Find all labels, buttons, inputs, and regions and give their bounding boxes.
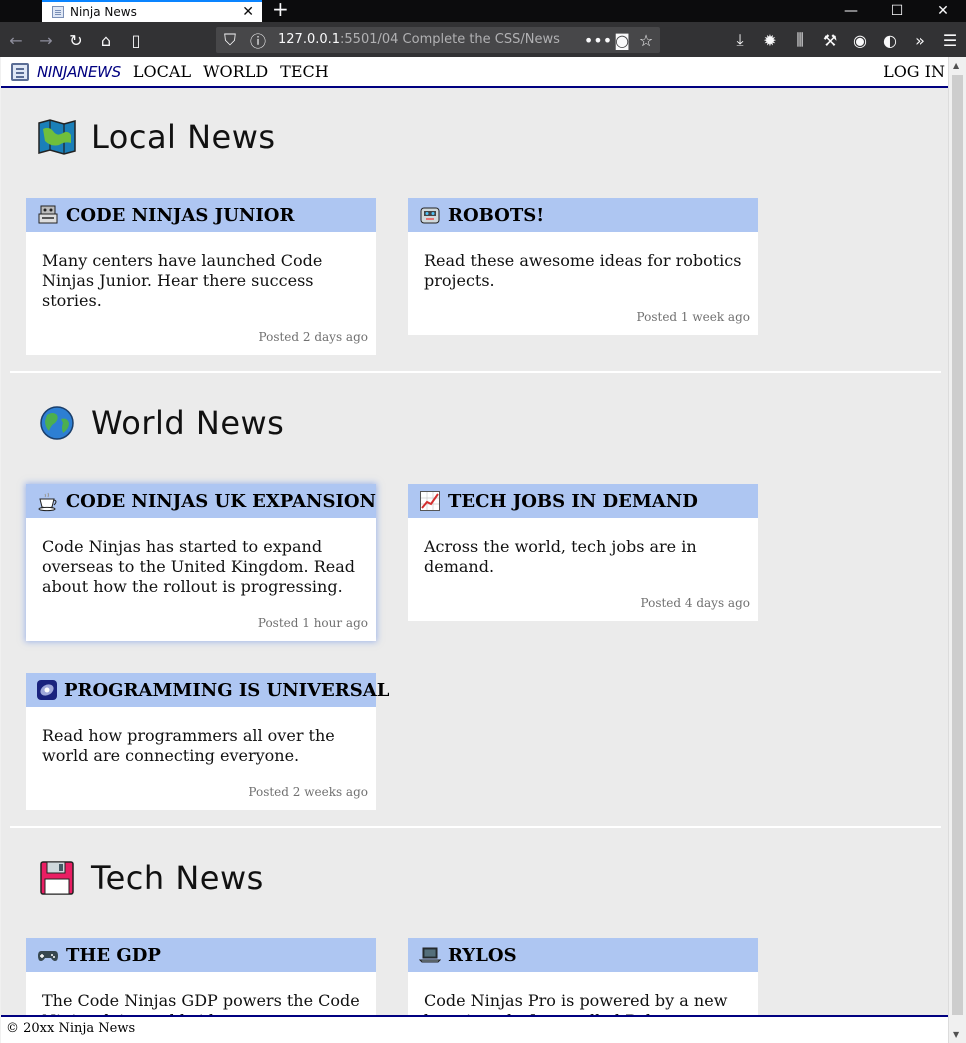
card-title[interactable]: ROBOTS!: [448, 205, 544, 226]
news-card[interactable]: CODE NINJAS UK EXPANSION Code Ninjas has…: [26, 484, 376, 641]
news-card[interactable]: CODE NINJAS JUNIOR Many centers have lau…: [26, 198, 376, 355]
downloads-icon[interactable]: ⤓: [730, 30, 750, 50]
url-text[interactable]: 127.0.0.1:5501/04 Complete the CSS/News.…: [278, 32, 560, 47]
tech-section-title: Tech News: [37, 858, 264, 898]
reload-icon[interactable]: ↻: [66, 30, 86, 50]
galaxy-icon: [36, 678, 58, 702]
card-header: RYLOS: [408, 938, 758, 972]
forward-icon[interactable]: →: [36, 30, 56, 50]
card-text: Read how programmers all over the world …: [42, 726, 335, 765]
library-icon[interactable]: ⫼: [790, 30, 810, 50]
card-title[interactable]: CODE NINJAS UK EXPANSION: [66, 491, 376, 512]
extension-icon[interactable]: ◐: [880, 30, 900, 50]
card-title[interactable]: RYLOS: [448, 945, 517, 966]
maximize-icon[interactable]: ☐: [874, 0, 920, 22]
login-link[interactable]: LOG IN: [883, 62, 945, 81]
wrench-icon[interactable]: ⚒: [820, 30, 840, 50]
scroll-down-icon[interactable]: ▼: [953, 1030, 959, 1039]
laptop-icon: [418, 943, 442, 967]
card-timestamp: Posted 1 week ago: [636, 310, 750, 324]
section-heading: World News: [91, 404, 285, 442]
minimize-icon[interactable]: —: [828, 0, 874, 22]
nav-local[interactable]: LOCAL: [133, 62, 191, 81]
back-icon[interactable]: ←: [6, 30, 26, 50]
card-timestamp: Posted 2 days ago: [258, 330, 369, 344]
scroll-up-icon[interactable]: ▲: [953, 61, 959, 70]
url-bar[interactable]: ⛉ ⓘ 127.0.0.1:5501/04 Complete the CSS/N…: [216, 27, 660, 53]
card-text: Across the world, tech jobs are in deman…: [424, 537, 697, 576]
shield-icon[interactable]: ⛉: [220, 30, 240, 50]
card-title[interactable]: TECH JOBS IN DEMAND: [448, 491, 698, 512]
sidebar-icon[interactable]: ▯: [126, 30, 146, 50]
card-text: Many centers have launched Code Ninjas J…: [42, 251, 323, 310]
local-section-title: Local News: [37, 117, 276, 157]
info-icon[interactable]: ⓘ: [248, 30, 268, 51]
window-close-icon[interactable]: ✕: [920, 0, 966, 22]
site-header: NINJANEWS LOCAL WORLD TECH LOG IN: [1, 57, 948, 88]
teacup-icon: [36, 489, 60, 513]
card-header: ROBOTS!: [408, 198, 758, 232]
globe-icon: [37, 403, 77, 443]
card-timestamp: Posted 4 days ago: [640, 596, 751, 610]
account-icon[interactable]: ◉: [850, 30, 870, 50]
card-header: PROGRAMMING IS UNIVERSAL: [26, 673, 389, 707]
tab-title: Ninja News: [70, 5, 137, 19]
card-title[interactable]: CODE NINJAS JUNIOR: [66, 205, 294, 226]
page-actions-icon[interactable]: •••: [584, 30, 612, 50]
news-card[interactable]: PROGRAMMING IS UNIVERSAL Read how progra…: [26, 673, 389, 810]
card-header: TECH JOBS IN DEMAND: [408, 484, 758, 518]
nav-tech[interactable]: TECH: [280, 62, 329, 81]
bookmark-star-icon[interactable]: ☆: [636, 30, 656, 50]
nav-world[interactable]: WORLD: [203, 62, 268, 81]
gamepad-icon: [36, 943, 60, 967]
tab-close-icon[interactable]: ✕: [242, 4, 254, 20]
chart-up-icon: [418, 489, 442, 513]
world-section-title: World News: [37, 403, 284, 443]
page-viewport: NINJANEWS LOCAL WORLD TECH LOG IN Local …: [0, 57, 948, 1043]
card-header: CODE NINJAS UK EXPANSION: [26, 484, 376, 518]
map-icon: [37, 117, 77, 157]
site-footer: © 20xx Ninja News: [1, 1015, 948, 1043]
scrollbar-thumb[interactable]: [952, 75, 963, 1015]
section-heading: Local News: [91, 118, 276, 156]
tab-strip: Ninja News ✕ + — ☐ ✕: [0, 0, 966, 22]
settings-gear-icon[interactable]: ✹: [760, 30, 780, 50]
section-divider: [10, 371, 941, 373]
new-tab-icon[interactable]: +: [272, 0, 289, 21]
home-icon[interactable]: ⌂: [96, 30, 116, 50]
card-title[interactable]: PROGRAMMING IS UNIVERSAL: [64, 680, 389, 701]
browser-toolbar: ← → ↻ ⌂ ▯ ⛉ ⓘ 127.0.0.1:5501/04 Complete…: [0, 22, 966, 57]
robot-toy-icon: [36, 203, 60, 227]
news-card[interactable]: TECH JOBS IN DEMAND Across the world, te…: [408, 484, 758, 621]
browser-tab[interactable]: Ninja News ✕: [42, 0, 262, 22]
card-title[interactable]: THE GDP: [66, 945, 161, 966]
newspaper-favicon-icon: [52, 6, 64, 18]
card-text: Read these awesome ideas for robotics pr…: [424, 251, 742, 290]
card-header: CODE NINJAS JUNIOR: [26, 198, 376, 232]
vertical-scrollbar[interactable]: ▲ ▼: [948, 57, 966, 1043]
card-timestamp: Posted 2 weeks ago: [248, 785, 368, 799]
card-text: Code Ninjas has started to expand overse…: [42, 537, 356, 596]
section-divider: [10, 826, 941, 828]
newspaper-icon: [11, 62, 29, 81]
overflow-icon[interactable]: »: [910, 30, 930, 50]
robot-icon: [418, 203, 442, 227]
menu-icon[interactable]: ☰: [940, 30, 960, 50]
card-header: THE GDP: [26, 938, 376, 972]
news-card[interactable]: ROBOTS! Read these awesome ideas for rob…: [408, 198, 758, 335]
site-logo[interactable]: NINJANEWS: [37, 63, 121, 81]
card-timestamp: Posted 1 hour ago: [257, 616, 368, 630]
pocket-icon[interactable]: ◙: [612, 30, 632, 50]
floppy-disk-icon: [37, 858, 77, 898]
section-heading: Tech News: [91, 859, 264, 897]
